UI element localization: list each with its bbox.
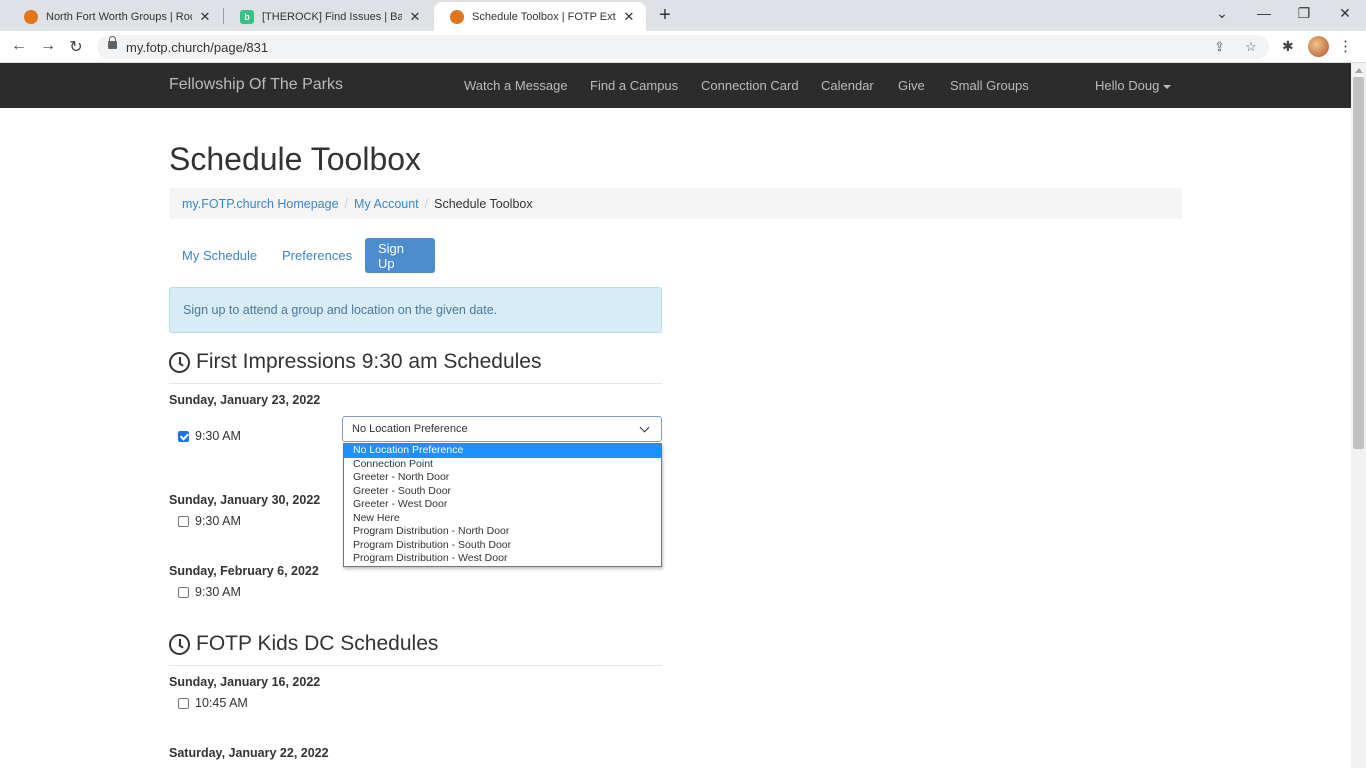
breadcrumb-my-account[interactable]: My Account [354, 197, 419, 211]
slot-checkbox[interactable] [178, 586, 189, 598]
location-option[interactable]: Greeter - West Door [344, 498, 661, 512]
date-label: Sunday, January 23, 2022 [169, 393, 321, 407]
browser-tab-strip: North Fort Worth Groups | Rock R ✕ b [TH… [0, 0, 1366, 31]
close-icon[interactable]: ✕ [622, 9, 636, 25]
page-viewport: Fellowship Of The Parks Watch a Message … [0, 63, 1351, 768]
nav-connection-card[interactable]: Connection Card [701, 78, 799, 93]
slot-checkbox-row[interactable]: 9:30 AM [178, 585, 241, 599]
section-title-text: FOTP Kids DC Schedules [196, 632, 439, 655]
lock-icon[interactable] [108, 36, 117, 49]
url-text[interactable]: my.fotp.church/page/831 [126, 40, 268, 55]
address-bar[interactable]: my.fotp.church/page/831 ⇪ ☆ [97, 35, 1269, 59]
rock-logo-icon [450, 9, 464, 24]
rock-logo-icon [24, 9, 38, 24]
tab-my-schedule[interactable]: My Schedule [169, 238, 270, 273]
chevron-down-icon [639, 422, 650, 433]
slot-time: 9:30 AM [195, 514, 241, 528]
site-brand[interactable]: Fellowship Of The Parks [169, 76, 343, 94]
nav-small-groups[interactable]: Small Groups [950, 78, 1029, 93]
page-title: Schedule Toolbox [169, 141, 422, 177]
date-label: Sunday, February 6, 2022 [169, 564, 319, 578]
breadcrumb-separator: / [424, 196, 429, 211]
slot-checkbox-checked[interactable] [178, 430, 189, 442]
tab-sign-up[interactable]: Sign Up [365, 238, 435, 273]
slot-checkbox[interactable] [178, 697, 189, 709]
location-option[interactable]: Connection Point [344, 458, 661, 472]
extensions-puzzle-icon[interactable]: ✱ [1282, 38, 1294, 55]
backlog-icon: b [240, 9, 254, 24]
caret-down-icon [1163, 84, 1172, 89]
nav-calendar[interactable]: Calendar [821, 78, 874, 93]
back-arrow-icon[interactable]: ← [9, 37, 29, 55]
user-menu-label: Hello Doug [1095, 78, 1160, 93]
slot-checkbox-row[interactable]: 9:30 AM [178, 514, 241, 528]
location-option[interactable]: Program Distribution - North Door [344, 525, 661, 539]
close-icon[interactable]: ✕ [408, 9, 422, 25]
window-close-icon[interactable]: ✕ [1335, 5, 1355, 22]
slot-time: 10:45 AM [195, 696, 248, 710]
browser-toolbar: ← → ↻ my.fotp.church/page/831 ⇪ ☆ ✱ ⋮ [0, 31, 1366, 63]
date-label: Sunday, January 16, 2022 [169, 675, 321, 689]
location-select[interactable]: No Location Preference [342, 416, 662, 442]
location-dropdown-list: No Location Preference Connection Point … [343, 443, 662, 567]
slot-checkbox-row[interactable]: 10:45 AM [178, 696, 248, 710]
tab-title: North Fort Worth Groups | Rock R [46, 10, 192, 23]
browser-tab-north-fort-worth-groups[interactable]: North Fort Worth Groups | Rock R ✕ [8, 2, 222, 31]
breadcrumb: my.FOTP.church Homepage / My Account / S… [169, 188, 1182, 219]
date-label: Sunday, January 30, 2022 [169, 493, 321, 507]
tab-title: Schedule Toolbox | FOTP External [472, 10, 616, 23]
tab-search-icon[interactable]: ⌄ [1212, 5, 1232, 22]
share-icon[interactable]: ⇪ [1214, 39, 1225, 55]
nav-find-a-campus[interactable]: Find a Campus [590, 78, 678, 93]
browser-tab-therock-backlog[interactable]: b [THEROCK] Find Issues | Backlog ✕ [224, 2, 432, 31]
slot-time: 9:30 AM [195, 429, 241, 443]
browser-tab-schedule-toolbox[interactable]: Schedule Toolbox | FOTP External ✕ [434, 2, 646, 31]
restore-icon[interactable]: ❐ [1294, 5, 1314, 22]
slot-checkbox-row[interactable]: 9:30 AM [178, 429, 241, 443]
date-label: Saturday, January 22, 2022 [169, 746, 329, 760]
info-alert: Sign up to attend a group and location o… [169, 287, 662, 333]
section-divider [169, 383, 662, 384]
location-select-value: No Location Preference [352, 423, 468, 435]
tab-preferences[interactable]: Preferences [269, 238, 365, 273]
scroll-up-arrow-icon[interactable] [1355, 68, 1363, 73]
user-menu[interactable]: Hello Doug [1095, 78, 1172, 93]
slot-checkbox[interactable] [178, 515, 189, 527]
nav-give[interactable]: Give [898, 78, 925, 93]
breadcrumb-current: Schedule Toolbox [434, 196, 533, 211]
nav-watch-a-message[interactable]: Watch a Message [464, 78, 568, 93]
location-option[interactable]: Program Distribution - West Door [344, 552, 661, 566]
clock-icon [169, 633, 190, 655]
forward-arrow-icon[interactable]: → [38, 37, 58, 55]
new-tab-button[interactable]: + [655, 4, 675, 27]
site-navbar: Fellowship Of The Parks Watch a Message … [0, 63, 1351, 108]
slot-time: 9:30 AM [195, 585, 241, 599]
clock-icon [169, 351, 190, 373]
browser-menu-icon[interactable]: ⋮ [1338, 37, 1353, 55]
minimize-icon[interactable]: — [1254, 5, 1274, 21]
location-option[interactable]: Program Distribution - South Door [344, 539, 661, 553]
location-option[interactable]: Greeter - North Door [344, 471, 661, 485]
page-scrollbar[interactable] [1351, 63, 1366, 768]
profile-avatar[interactable] [1308, 36, 1329, 57]
reload-icon[interactable]: ↻ [66, 37, 86, 57]
location-option[interactable]: No Location Preference [344, 444, 661, 458]
breadcrumb-separator: / [344, 196, 349, 211]
location-option[interactable]: Greeter - South Door [344, 485, 661, 499]
bookmark-star-icon[interactable]: ☆ [1245, 39, 1257, 55]
section-title-fotp-kids: FOTP Kids DC Schedules [169, 632, 438, 656]
scrollbar-thumb[interactable] [1353, 77, 1364, 449]
location-option[interactable]: New Here [344, 512, 661, 526]
breadcrumb-homepage[interactable]: my.FOTP.church Homepage [182, 197, 339, 211]
section-title-text: First Impressions 9:30 am Schedules [196, 350, 542, 373]
tab-title: [THEROCK] Find Issues | Backlog [262, 10, 402, 23]
close-icon[interactable]: ✕ [198, 9, 212, 25]
section-divider [169, 665, 662, 666]
section-title-first-impressions: First Impressions 9:30 am Schedules [169, 350, 541, 374]
